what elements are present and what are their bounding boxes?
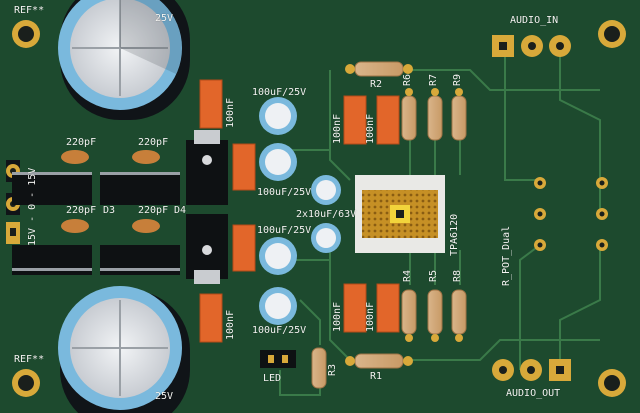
diode-block-bottom <box>12 245 180 275</box>
r4-label: R4 <box>402 269 413 282</box>
r5-label: R5 <box>428 269 439 282</box>
cap-bottom-voltage: 25V <box>155 391 174 402</box>
ref-label-top: REF** <box>14 5 45 16</box>
voltage-regulator-top <box>186 130 228 205</box>
c-220pf-2: 220pF <box>138 137 169 148</box>
r2-label: R2 <box>370 79 383 90</box>
c-100uf-4: 100uF/25V <box>252 325 307 336</box>
c-100uf-2: 100uF/25V <box>257 187 312 198</box>
led-header <box>260 350 296 368</box>
r1-label: R1 <box>370 371 383 382</box>
d3-label: D3 <box>103 205 116 216</box>
mounting-hole-tl <box>12 20 40 48</box>
voltage-regulator-bottom <box>186 214 228 284</box>
c-100nf-3: 100nF <box>332 113 343 144</box>
pot-label: R_POT_Dual <box>501 225 512 286</box>
ref-label-bottom: REF** <box>14 354 45 365</box>
audio-in-header <box>492 35 571 57</box>
c-2x10uf: 2x10uF/63V <box>296 209 357 220</box>
tpa6120-ic <box>355 175 445 253</box>
audio-out-label: AUDIO_OUT <box>506 388 561 399</box>
c-100nf-6: 100nF <box>365 301 376 332</box>
c-220pf-3: 220pF <box>66 205 97 216</box>
mounting-hole-tr <box>598 20 626 48</box>
dual-pot-pads <box>534 177 608 251</box>
pcb-board: REF** REF** 25V 25V 220pF 220pF 220pF 22… <box>0 0 640 413</box>
audio-out-header <box>492 359 571 381</box>
mounting-hole-bl <box>12 369 40 397</box>
led-label: LED <box>263 373 282 384</box>
c-220pf-4: 220pF <box>138 205 169 216</box>
d4-label: D4 <box>174 205 187 216</box>
r8-label: R8 <box>452 269 463 282</box>
c-100nf-2: 100nF <box>225 309 236 340</box>
c-100uf-1: 100uF/25V <box>252 87 307 98</box>
c-100nf-1: 100nF <box>225 97 236 128</box>
r7-label: R7 <box>428 73 439 86</box>
c-100uf-3: 100uF/25V <box>257 225 312 236</box>
ic-label: TPA6120 <box>449 213 460 256</box>
r9-label: R9 <box>452 73 463 86</box>
c-100nf-5: 100nF <box>332 301 343 332</box>
mounting-hole-br <box>598 369 626 397</box>
c-220pf-1: 220pF <box>66 137 97 148</box>
power-label: 15V - 0 - 15V <box>27 167 38 246</box>
cap-top-voltage: 25V <box>155 13 174 24</box>
r3-label: R3 <box>327 363 338 376</box>
audio-in-label: AUDIO_IN <box>510 15 559 26</box>
r6-label: R6 <box>402 73 413 86</box>
c-100nf-4: 100nF <box>365 113 376 144</box>
